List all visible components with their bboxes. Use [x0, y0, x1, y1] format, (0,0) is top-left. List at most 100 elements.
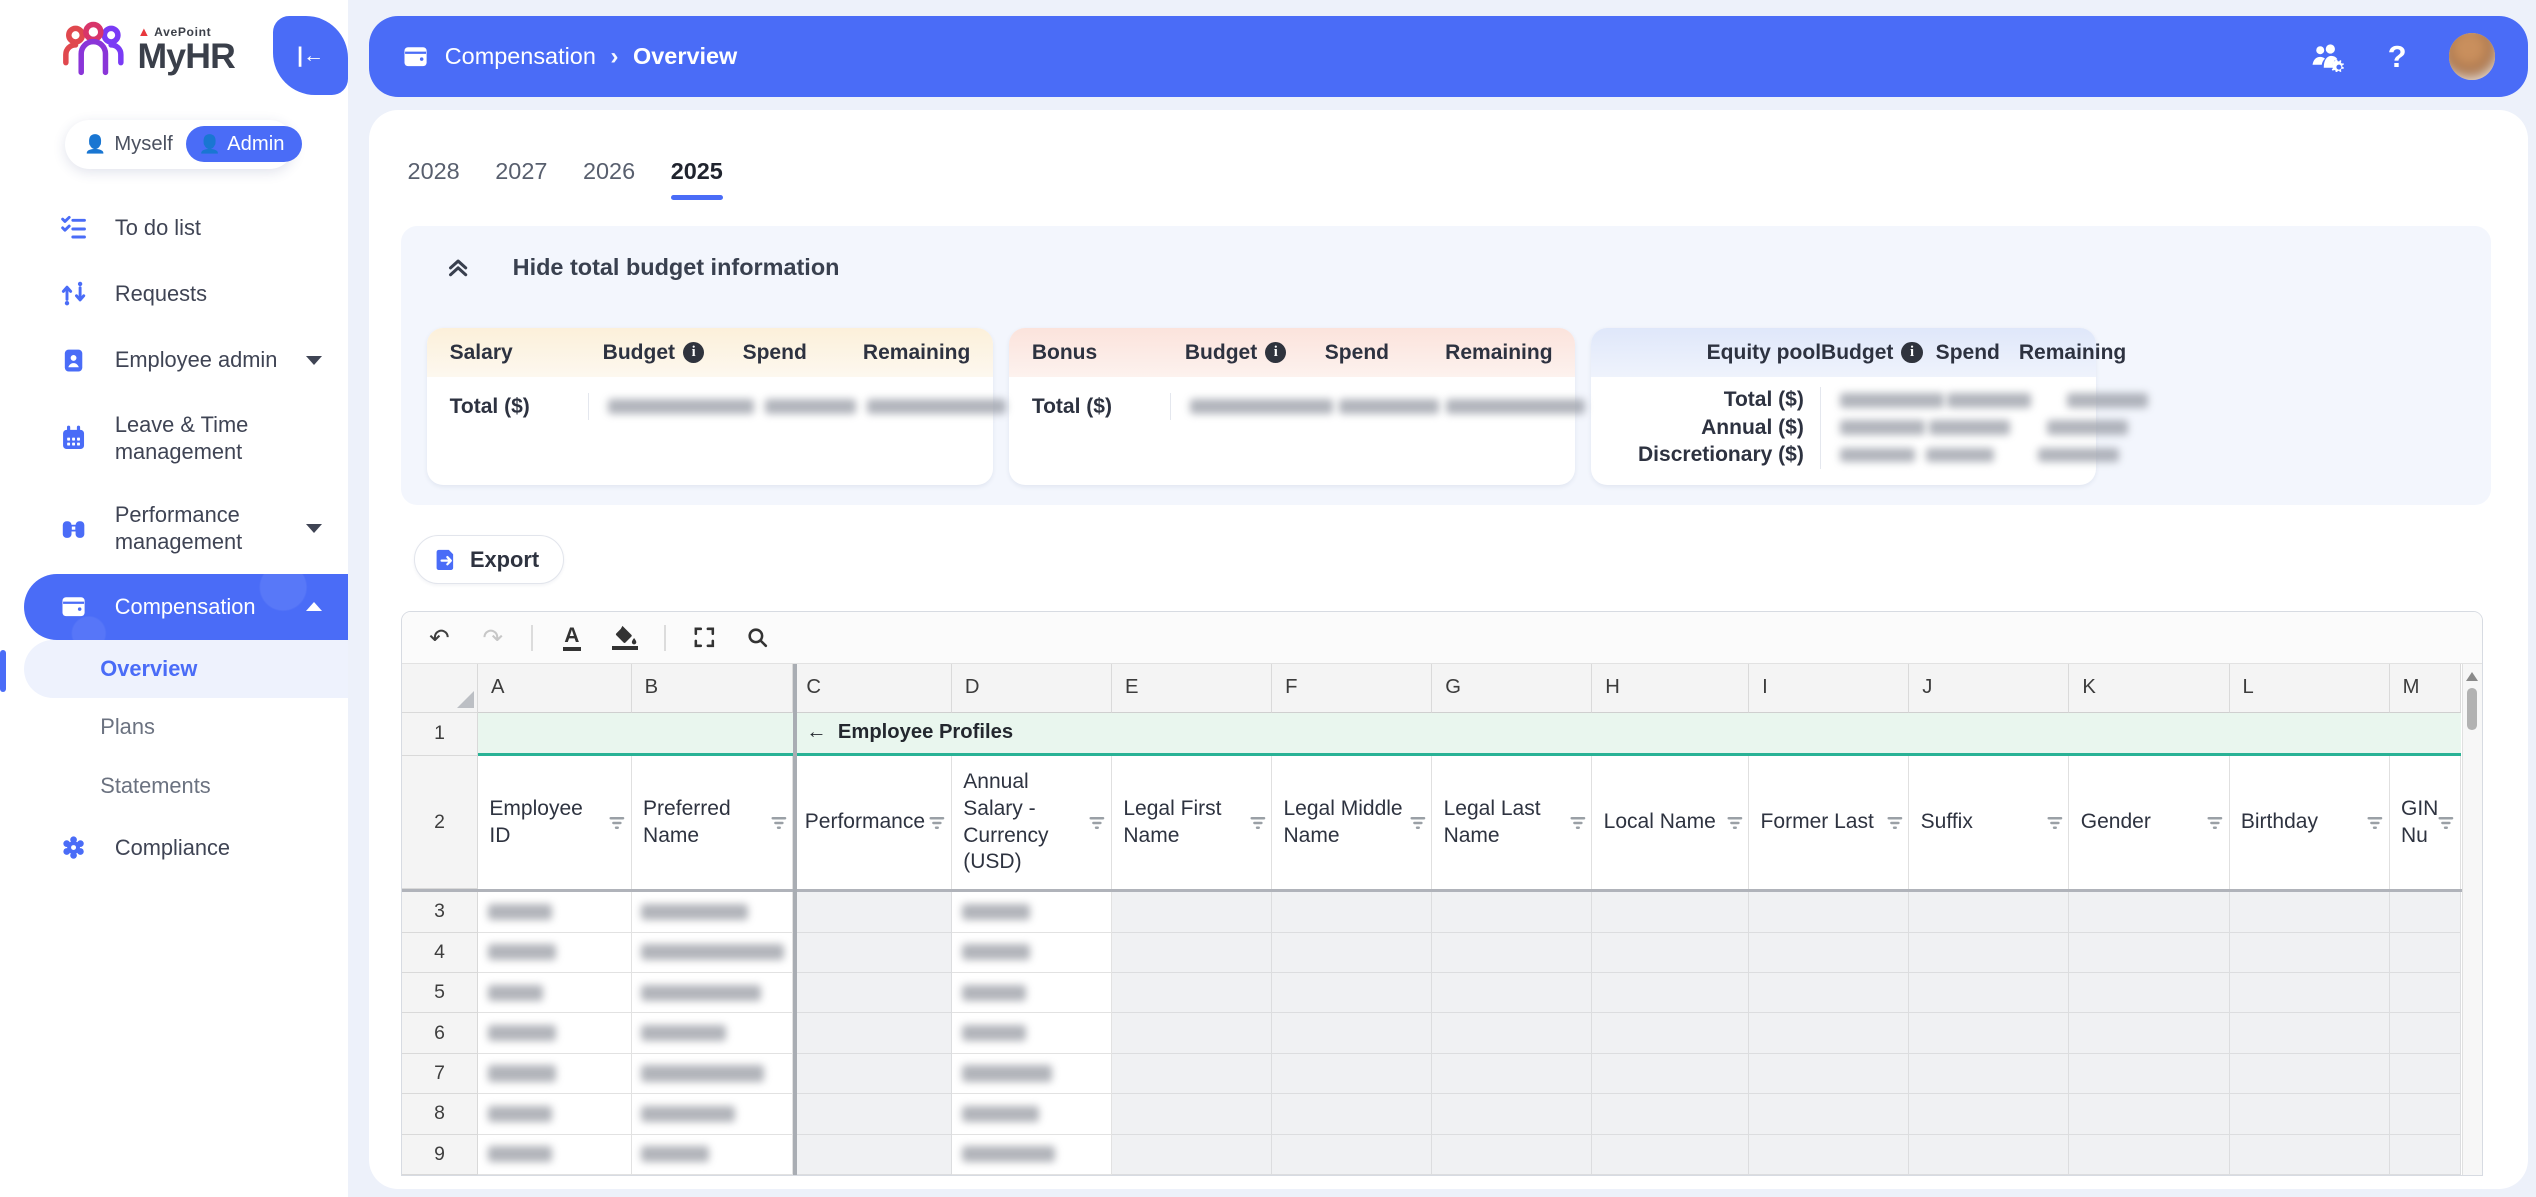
field-header-cell[interactable]: Annual Salary - Currency (USD) — [952, 756, 1112, 889]
cell[interactable] — [1592, 1135, 1749, 1175]
filter-icon[interactable] — [1409, 814, 1427, 832]
column-letter-cell[interactable]: H — [1592, 664, 1749, 713]
cell[interactable] — [2069, 973, 2229, 1013]
tab-2025[interactable]: 2025 — [671, 158, 723, 200]
column-letter-cell[interactable]: M — [2390, 664, 2461, 713]
hide-budget-toggle[interactable]: Hide total budget information — [401, 226, 2491, 280]
cell[interactable] — [2069, 1135, 2229, 1175]
cell[interactable] — [478, 933, 632, 973]
row-number-cell[interactable]: 3 — [402, 892, 478, 932]
cell[interactable] — [2230, 892, 2390, 932]
sidebar-item-leave-time[interactable]: Leave & Time management — [0, 393, 348, 483]
filter-icon[interactable] — [2437, 814, 2455, 832]
tab-2028[interactable]: 2028 — [408, 158, 460, 200]
field-header-cell[interactable]: Legal Last Name — [1432, 756, 1592, 889]
cell[interactable] — [793, 933, 951, 973]
cell[interactable] — [2390, 1094, 2461, 1134]
row-number-cell[interactable]: 1 — [402, 713, 478, 757]
filter-icon[interactable] — [2206, 814, 2224, 832]
field-header-cell[interactable]: Performance — [793, 756, 951, 889]
select-all-corner-cell[interactable] — [402, 664, 478, 713]
cell[interactable] — [1592, 1013, 1749, 1053]
cell[interactable] — [1112, 1054, 1272, 1094]
filter-icon[interactable] — [1249, 814, 1267, 832]
cell[interactable] — [2230, 973, 2390, 1013]
field-header-cell[interactable]: Local Name — [1592, 756, 1749, 889]
admin-toggle[interactable]: 👤 Admin — [186, 126, 303, 162]
cell[interactable] — [1749, 1054, 1909, 1094]
row-number-cell[interactable]: 7 — [402, 1054, 478, 1094]
cell[interactable] — [793, 892, 951, 932]
filter-icon[interactable] — [1886, 814, 1904, 832]
cell[interactable] — [2069, 1094, 2229, 1134]
profile-mode-toggle[interactable]: 👤 Myself 👤 Admin — [65, 120, 295, 169]
info-icon[interactable]: i — [1901, 342, 1922, 363]
cell[interactable] — [1749, 892, 1909, 932]
cell[interactable] — [2390, 892, 2461, 932]
field-header-cell[interactable]: Birthday — [2230, 756, 2390, 889]
search-icon[interactable] — [743, 623, 772, 652]
cell[interactable] — [952, 933, 1112, 973]
cell[interactable] — [1592, 1094, 1749, 1134]
cell[interactable] — [478, 1135, 632, 1175]
cell[interactable] — [1112, 1094, 1272, 1134]
sidebar-item-compensation[interactable]: Compensation — [24, 574, 347, 640]
cell[interactable] — [2390, 973, 2461, 1013]
sidebar-item-overview[interactable]: Overview — [24, 640, 347, 698]
cell[interactable] — [952, 892, 1112, 932]
cell[interactable] — [1272, 933, 1432, 973]
field-header-cell[interactable]: Legal First Name — [1112, 756, 1272, 889]
back-arrow-icon[interactable]: ← — [806, 721, 826, 744]
font-color-icon[interactable]: A — [557, 623, 586, 652]
cell[interactable] — [1432, 933, 1592, 973]
column-letter-cell[interactable]: B — [632, 664, 794, 713]
cell[interactable] — [632, 892, 794, 932]
scrollbar-thumb[interactable] — [2467, 688, 2477, 730]
cell[interactable] — [1112, 973, 1272, 1013]
user-management-icon[interactable] — [2309, 41, 2346, 72]
cell[interactable] — [1909, 1013, 2069, 1053]
column-letter-cell[interactable]: A — [478, 664, 632, 713]
cell[interactable] — [1749, 1135, 1909, 1175]
cell[interactable] — [1749, 933, 1909, 973]
cell[interactable] — [632, 933, 794, 973]
cell[interactable] — [478, 1054, 632, 1094]
export-button[interactable]: Export — [414, 535, 564, 584]
tab-2027[interactable]: 2027 — [495, 158, 547, 200]
cell[interactable] — [478, 1094, 632, 1134]
sidebar-item-todo-list[interactable]: To do list — [0, 194, 348, 260]
cell[interactable] — [478, 1013, 632, 1053]
column-letter-cell[interactable]: F — [1272, 664, 1432, 713]
cell[interactable] — [2230, 1094, 2390, 1134]
column-letter-cell[interactable]: C — [793, 664, 951, 713]
help-icon[interactable]: ? — [2388, 39, 2407, 75]
column-letter-cell[interactable]: D — [952, 664, 1112, 713]
cell[interactable] — [952, 973, 1112, 1013]
cell[interactable] — [1432, 892, 1592, 932]
sidebar-item-plans[interactable]: Plans — [0, 698, 348, 756]
column-letter-cell[interactable]: G — [1432, 664, 1592, 713]
filter-icon[interactable] — [1569, 814, 1587, 832]
filter-icon[interactable] — [1088, 814, 1106, 832]
cell[interactable] — [1432, 973, 1592, 1013]
filter-icon[interactable] — [2366, 814, 2384, 832]
cell[interactable] — [632, 1094, 794, 1134]
column-letter-cell[interactable]: E — [1112, 664, 1272, 713]
sidebar-item-compliance[interactable]: Compliance — [0, 815, 348, 881]
cell[interactable] — [1112, 892, 1272, 932]
cell[interactable] — [1909, 1094, 2069, 1134]
cell[interactable] — [1272, 1013, 1432, 1053]
cell[interactable] — [1272, 973, 1432, 1013]
row-number-cell[interactable]: 6 — [402, 1013, 478, 1053]
cell[interactable] — [1592, 973, 1749, 1013]
field-header-cell[interactable]: Legal Middle Name — [1272, 756, 1432, 889]
scroll-up-icon[interactable] — [2466, 672, 2478, 681]
myself-toggle[interactable]: 👤 Myself — [84, 133, 173, 156]
cell[interactable] — [1112, 1135, 1272, 1175]
cell[interactable] — [2069, 933, 2229, 973]
cell[interactable] — [1432, 1094, 1592, 1134]
field-header-cell[interactable]: Employee ID — [478, 756, 632, 889]
filter-icon[interactable] — [928, 814, 946, 832]
cell[interactable] — [793, 973, 951, 1013]
filter-icon[interactable] — [1726, 814, 1744, 832]
